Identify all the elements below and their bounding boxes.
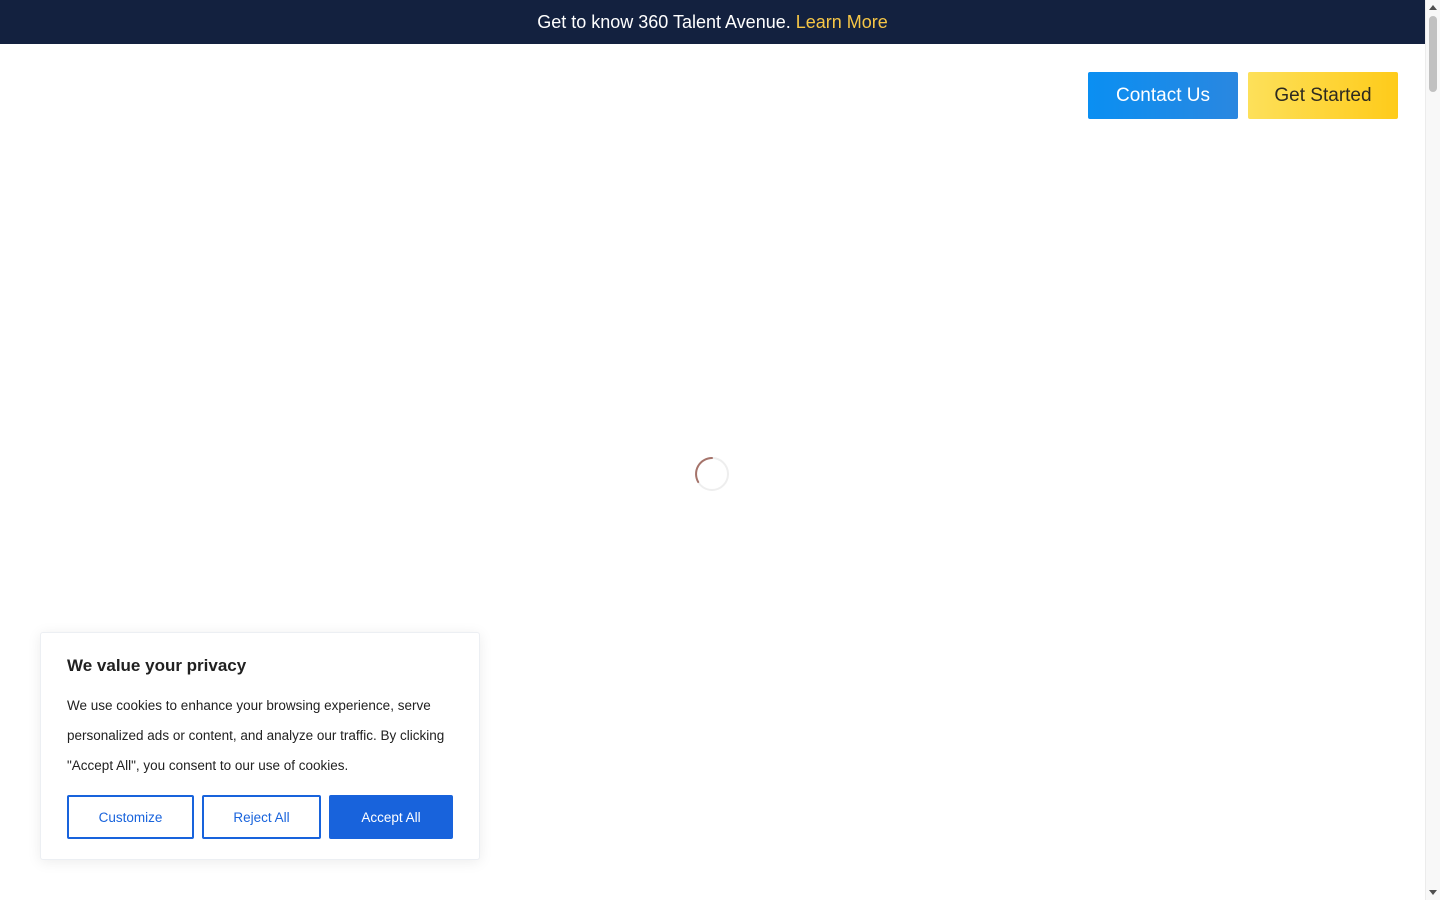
loading-spinner-icon: [694, 456, 730, 492]
announcement-text: Get to know 360 Talent Avenue.: [537, 11, 791, 32]
accept-all-button[interactable]: Accept All: [329, 795, 453, 839]
announcement-bar: Get to know 360 Talent Avenue. Learn Mor…: [0, 0, 1425, 44]
scroll-thumb[interactable]: [1429, 16, 1437, 92]
contact-us-button[interactable]: Contact Us: [1088, 72, 1238, 119]
vertical-scrollbar[interactable]: [1425, 0, 1440, 900]
cookie-consent-banner: We value your privacy We use cookies to …: [40, 632, 480, 860]
cookie-title: We value your privacy: [67, 656, 247, 675]
cookie-description: We use cookies to enhance your browsing …: [67, 698, 445, 773]
cookie-actions: Customize Reject All Accept All: [67, 795, 453, 839]
scroll-up-arrow-icon[interactable]: [1429, 5, 1437, 10]
get-started-button[interactable]: Get Started: [1248, 72, 1398, 119]
header-actions: Contact Us Get Started: [1088, 72, 1398, 119]
learn-more-link[interactable]: Learn More: [796, 12, 888, 33]
scroll-down-arrow-icon[interactable]: [1429, 890, 1437, 895]
customize-button[interactable]: Customize: [67, 795, 194, 839]
reject-all-button[interactable]: Reject All: [202, 795, 321, 839]
